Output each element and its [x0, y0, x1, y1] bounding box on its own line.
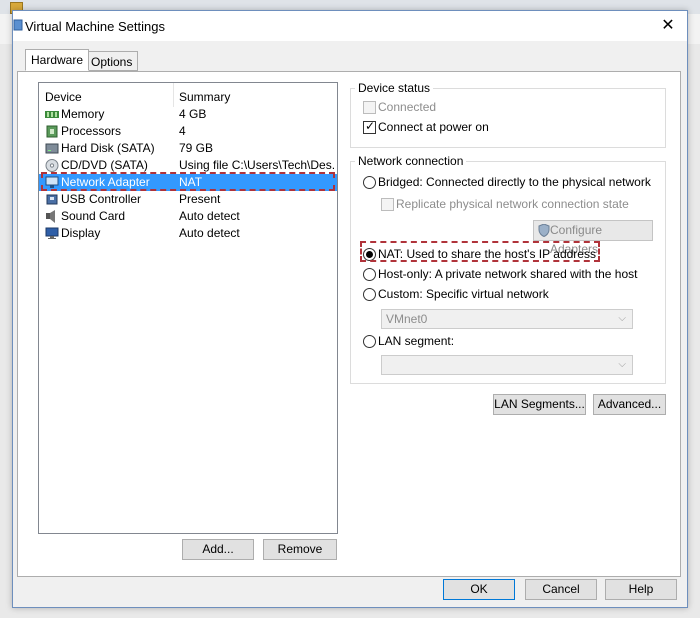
device-summary: 4 — [179, 124, 186, 138]
device-status-group: Device status Connected ✓ Connect at pow… — [350, 81, 666, 148]
device-name: Processors — [61, 124, 122, 138]
network-connection-group: Network connection Bridged: Connected di… — [350, 154, 666, 384]
device-summary: Using file C:\Users\Tech\Des... — [179, 158, 334, 172]
add-device-button[interactable]: Add... — [182, 539, 254, 560]
device-row-usb-controller[interactable]: USB Controller Present — [39, 191, 337, 208]
close-icon[interactable]: ✕ — [657, 15, 679, 37]
device-name: USB Controller — [61, 192, 142, 206]
usb-icon — [46, 194, 58, 205]
display-icon — [45, 227, 59, 239]
device-name: Memory — [61, 107, 105, 121]
bridged-label: Bridged: Connected directly to the physi… — [378, 175, 651, 189]
device-status-title: Device status — [355, 81, 434, 95]
device-summary: 4 GB — [179, 107, 207, 121]
device-row-display[interactable]: Display Auto detect — [39, 225, 337, 242]
tab-options[interactable]: Options — [85, 51, 139, 71]
remove-device-button[interactable]: Remove — [263, 539, 337, 560]
column-header-summary[interactable]: Summary — [179, 90, 230, 104]
sound-card-icon — [46, 210, 55, 223]
host-only-radio[interactable] — [363, 268, 376, 281]
cancel-button[interactable]: Cancel — [525, 579, 597, 600]
host-only-label: Host-only: A private network shared with… — [378, 267, 638, 281]
chevron-down-icon: ⌵ — [618, 313, 626, 324]
processor-icon — [46, 125, 58, 138]
bridged-radio[interactable] — [363, 176, 376, 189]
replicate-state-label: Replicate physical network connection st… — [396, 197, 629, 211]
nat-label: NAT: Used to share the host's IP address — [378, 247, 596, 261]
radio-selected-dot — [366, 251, 373, 258]
vmware-icon — [13, 19, 23, 31]
network-connection-title: Network connection — [355, 154, 467, 168]
chevron-down-icon: ⌵ — [618, 359, 626, 370]
lan-segment-label: LAN segment: — [378, 334, 455, 348]
vmnet-dropdown[interactable]: VMnet0 ⌵ — [381, 309, 633, 329]
network-adapter-icon — [45, 176, 59, 188]
shield-icon — [538, 224, 550, 237]
lan-segment-dropdown[interactable]: ⌵ — [381, 355, 633, 375]
device-list[interactable]: Device Summary Memory 4 GB Processors 4 … — [38, 82, 338, 534]
device-row-cd-dvd[interactable]: CD/DVD (SATA) Using file C:\Users\Tech\D… — [39, 157, 337, 174]
memory-icon — [45, 111, 59, 118]
ok-button[interactable]: OK — [443, 579, 515, 600]
device-name: Network Adapter — [61, 175, 150, 189]
device-summary: 79 GB — [179, 141, 214, 155]
lan-segment-radio[interactable] — [363, 335, 376, 348]
column-separator — [173, 83, 174, 107]
connected-checkbox[interactable] — [363, 101, 376, 114]
vm-settings-dialog: Virtual Machine Settings ✕ Hardware Opti… — [12, 10, 688, 608]
device-name: Sound Card — [61, 209, 126, 223]
device-row-memory[interactable]: Memory 4 GB — [39, 106, 337, 123]
device-row-network-adapter[interactable]: Network Adapter NAT — [39, 174, 337, 191]
lan-segments-button[interactable]: LAN Segments... — [493, 394, 586, 415]
device-summary: Auto detect — [179, 209, 240, 223]
device-name: Display — [61, 226, 101, 240]
custom-label: Custom: Specific virtual network — [378, 287, 549, 301]
advanced-button[interactable]: Advanced... — [593, 394, 666, 415]
nat-radio[interactable] — [363, 248, 376, 261]
tab-hardware[interactable]: Hardware — [25, 49, 90, 71]
custom-radio[interactable] — [363, 288, 376, 301]
connect-at-power-on-checkbox[interactable]: ✓ — [363, 119, 376, 134]
help-button[interactable]: Help — [605, 579, 677, 600]
device-summary: NAT — [179, 175, 203, 189]
device-row-processors[interactable]: Processors 4 — [39, 123, 337, 140]
hard-disk-icon — [45, 143, 59, 154]
dialog-title: Virtual Machine Settings — [25, 19, 165, 34]
checkmark-icon: ✓ — [365, 119, 376, 133]
dialog-titlebar: Virtual Machine Settings ✕ — [13, 11, 687, 41]
column-header-device[interactable]: Device — [45, 90, 82, 104]
device-name: Hard Disk (SATA) — [61, 141, 155, 155]
device-summary: Auto detect — [179, 226, 240, 240]
configure-adapters-button[interactable]: Configure Adapters — [533, 220, 653, 256]
hardware-tab-panel: Device Summary Memory 4 GB Processors 4 … — [17, 71, 681, 577]
device-list-header: Device Summary — [39, 83, 337, 104]
device-summary: Present — [179, 192, 221, 206]
device-row-hard-disk[interactable]: Hard Disk (SATA) 79 GB — [39, 140, 337, 157]
device-row-sound-card[interactable]: Sound Card Auto detect — [39, 208, 337, 225]
cd-dvd-icon — [45, 159, 59, 172]
connect-at-power-on-label: Connect at power on — [378, 120, 489, 134]
vmnet-value: VMnet0 — [386, 312, 428, 326]
device-name: CD/DVD (SATA) — [61, 158, 148, 172]
connected-label: Connected — [378, 100, 437, 114]
replicate-state-checkbox[interactable] — [381, 198, 394, 211]
